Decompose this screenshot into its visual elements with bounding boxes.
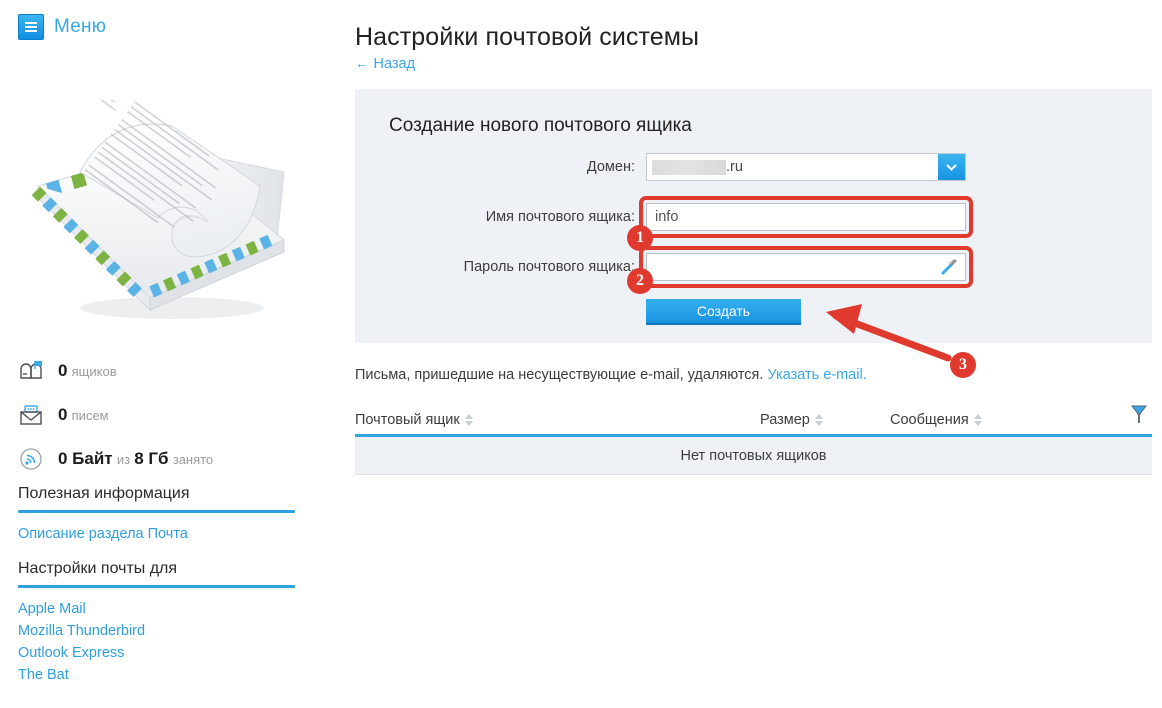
stat-mailboxes-value: 0 [58, 361, 68, 380]
column-header-size-label: Размер [760, 412, 810, 428]
stat-storage-total: 8 Гб [134, 449, 169, 468]
magic-wand-icon[interactable] [940, 258, 958, 281]
column-header-messages-label: Сообщения [890, 412, 969, 428]
sort-icon [464, 414, 473, 426]
stat-mailboxes-text: 0 ящиков [58, 361, 117, 381]
section-useful-info: Полезная информация Описание раздела Поч… [18, 485, 295, 546]
mailbox-icon [18, 356, 52, 386]
mailbox-name-row: Имя почтового ящика: info [355, 196, 1152, 238]
domain-label: Домен: [586, 159, 635, 175]
column-header-messages[interactable]: Сообщения [890, 412, 982, 428]
mailbox-name-value: info [655, 209, 679, 225]
stat-storage: 0 Байт из 8 Гб занято [18, 440, 318, 478]
section-mail-setup-title: Настройки почты для [18, 560, 178, 577]
domain-suffix: .ru [726, 159, 743, 175]
submit-row: Создать [355, 299, 1152, 325]
airmail-envelope-illustration [22, 84, 302, 345]
mailboxes-table: Почтовый ящик Размер Сообщения Нет почто… [355, 405, 1152, 475]
column-header-mailbox[interactable]: Почтовый ящик [355, 412, 473, 428]
mailbox-name-label: Имя почтового ящика: [485, 209, 635, 225]
hamburger-icon [18, 14, 44, 40]
mailbox-password-input[interactable] [646, 253, 966, 281]
sidebar-link-mozilla-thunderbird[interactable]: Mozilla Thunderbird [18, 621, 295, 642]
stat-messages-unit: писем [71, 408, 109, 423]
stat-storage-of: из [116, 452, 131, 467]
annotation-badge-1: 1 [627, 225, 653, 251]
envelope-icon [18, 400, 52, 430]
domain-row: Домен: .ru [355, 153, 1152, 181]
stat-storage-text: 0 Байт из 8 Гб занято [58, 449, 213, 469]
signal-icon [18, 444, 52, 474]
chevron-down-icon[interactable] [938, 154, 965, 180]
mailbox-password-label: Пароль почтового ящика: [463, 259, 635, 275]
sidebar-link-outlook-express[interactable]: Outlook Express [18, 643, 295, 664]
mailbox-password-row: Пароль почтового ящика: [355, 246, 1152, 288]
nonexistent-email-note: Письма, пришедшие на несуществующие e-ma… [355, 367, 867, 383]
funnel-filter-icon[interactable] [1130, 403, 1148, 430]
redacted-domain-name [652, 159, 726, 175]
sidebar: Меню 0 ящиков 0 писем 0 Байт из 8 Гб зан… [0, 0, 340, 708]
mailbox-password-field-wrap [639, 246, 973, 288]
section-mail-setup-links: Apple Mail Mozilla Thunderbird Outlook E… [18, 588, 295, 686]
stat-mailboxes-unit: ящиков [71, 364, 117, 379]
table-empty-row: Нет почтовых ящиков [355, 437, 1152, 475]
stat-storage-used: 0 Байт [58, 449, 113, 468]
stat-messages-value: 0 [58, 405, 68, 424]
stat-messages: 0 писем [18, 396, 318, 434]
sidebar-link-the-bat[interactable]: The Bat [18, 665, 295, 686]
create-mailbox-panel: Создание нового почтового ящика Домен: .… [355, 89, 1152, 343]
annotation-badge-2: 2 [627, 268, 653, 294]
menu-button[interactable]: Меню [18, 14, 106, 40]
note-text: Письма, пришедшие на несуществующие e-ma… [355, 367, 764, 383]
section-mail-setup: Настройки почты для Apple Mail Mozilla T… [18, 560, 295, 687]
mailbox-name-field-wrap: info [639, 196, 973, 238]
page-root: Меню 0 ящиков 0 писем 0 Байт из 8 Гб зан… [0, 0, 1162, 708]
create-button[interactable]: Создать [646, 299, 801, 325]
column-header-mailbox-label: Почтовый ящик [355, 412, 460, 428]
mail-stats: 0 ящиков 0 писем 0 Байт из 8 Гб занято [18, 352, 318, 484]
sort-icon [814, 414, 823, 426]
stat-mailboxes: 0 ящиков [18, 352, 318, 390]
specify-email-link[interactable]: Указать e-mail. [767, 367, 866, 383]
mailbox-name-input[interactable]: info [646, 203, 966, 231]
sort-icon [973, 414, 982, 426]
table-header-row: Почтовый ящик Размер Сообщения [355, 405, 1152, 437]
stat-storage-unit: занято [172, 452, 214, 467]
annotation-badge-3: 3 [950, 352, 976, 378]
main-content: Настройки почтовой системы ← Назад Созда… [340, 0, 1162, 708]
section-useful-info-links: Описание раздела Почта [18, 513, 295, 545]
menu-button-label: Меню [54, 16, 107, 37]
sidebar-link-mail-section-description[interactable]: Описание раздела Почта [18, 524, 295, 545]
column-header-size[interactable]: Размер [760, 412, 823, 428]
domain-select[interactable]: .ru [646, 153, 966, 181]
back-link[interactable]: ← Назад [355, 56, 415, 72]
stat-messages-text: 0 писем [58, 405, 109, 425]
panel-heading: Создание нового почтового ящика [389, 115, 692, 136]
sidebar-link-apple-mail[interactable]: Apple Mail [18, 599, 295, 620]
page-title: Настройки почтовой системы [355, 22, 700, 51]
section-useful-info-title: Полезная информация [18, 485, 190, 502]
